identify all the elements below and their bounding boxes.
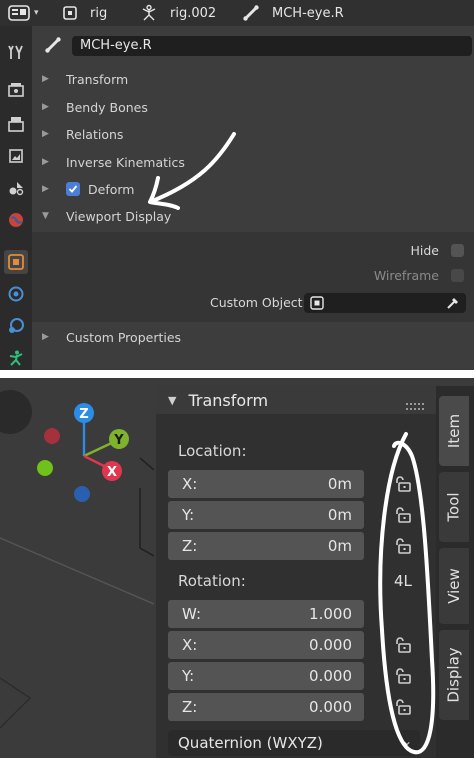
tab-view[interactable]: View (439, 548, 469, 624)
tab-render[interactable] (4, 78, 28, 102)
section-transform[interactable]: ▶ Transform (32, 66, 474, 92)
bone-icon (242, 4, 260, 22)
collapsed-arrow-icon: ▶ (42, 157, 49, 167)
custom-object-field[interactable] (304, 293, 466, 313)
bone-icon (44, 36, 62, 58)
tab-scene[interactable] (4, 176, 28, 200)
hide-checkbox[interactable] (451, 243, 464, 257)
view-layer-icon (9, 149, 23, 163)
sidebar-tab-bar: Item Tool View Display (436, 386, 474, 758)
gizmo-y-label: Y (113, 433, 124, 448)
sidebar-n-panel: ▼ Transform Location: X: 0m Y: 0m Z: 0m … (156, 386, 436, 758)
deform-checkbox[interactable] (66, 182, 80, 196)
object-icon (8, 254, 24, 270)
render-icon (8, 83, 24, 97)
tab-tool[interactable] (4, 40, 28, 64)
chevron-down-icon: ▾ (34, 8, 39, 18)
drag-handle-icon[interactable] (406, 396, 426, 415)
location-x-field[interactable]: X: 0m (168, 470, 364, 498)
rotation-z-field[interactable]: Z: 0.000 (168, 693, 364, 721)
breadcrumb-object: rig (62, 0, 107, 26)
location-label: Location: (178, 442, 247, 460)
bone-name-bar: MCH-eye.R (32, 32, 474, 60)
rotation-w-field[interactable]: W: 1.000 (168, 600, 364, 628)
checkmark-icon (68, 185, 78, 193)
tool-icon (8, 45, 23, 59)
breadcrumb-bone: MCH-eye.R (242, 0, 344, 26)
section-custom-properties[interactable]: ▶ Custom Properties (32, 324, 474, 350)
navigation-gizmo[interactable]: Z Y X (34, 400, 138, 512)
custom-object-label: Custom Object (210, 295, 303, 310)
rotation-y-field[interactable]: Y: 0.000 (168, 662, 364, 690)
tab-object[interactable] (4, 250, 28, 274)
tab-tool[interactable]: Tool (439, 472, 469, 542)
wireframe-checkbox[interactable] (451, 268, 464, 282)
section-bendy-bones[interactable]: ▶ Bendy Bones (32, 94, 474, 120)
modifiers-icon (8, 286, 24, 302)
breadcrumb-armature: rig.002 (140, 0, 216, 26)
object-icon (62, 5, 78, 21)
tab-display[interactable]: Display (439, 630, 469, 720)
wireframe-option: Wireframe (374, 265, 464, 285)
expanded-arrow-icon: ▼ (42, 211, 49, 221)
tab-physics[interactable] (4, 314, 28, 338)
world-icon (9, 213, 23, 227)
properties-header: ▾ rig rig.002 MCH-eye.R (0, 0, 474, 26)
properties-editor-icon (8, 5, 30, 21)
gizmo-z-label: Z (79, 407, 88, 422)
collapsed-arrow-icon: ▶ (42, 102, 49, 112)
transform-panel-header[interactable]: ▼ Transform (156, 386, 436, 414)
editor-type-button[interactable]: ▾ (8, 4, 48, 22)
tab-modifiers[interactable] (4, 282, 28, 306)
properties-editor: ▾ rig rig.002 MCH-eye.R MCH-eye.R ▶ Tran… (0, 0, 474, 370)
expanded-arrow-icon: ▼ (168, 393, 177, 407)
image-divider (0, 370, 474, 378)
bone-properties: MCH-eye.R ▶ Transform ▶ Bendy Bones ▶ Re… (32, 26, 474, 370)
eyedropper-icon[interactable] (446, 296, 460, 310)
collapsed-arrow-icon: ▶ (42, 74, 49, 84)
armature-icon (9, 350, 23, 366)
collapsed-arrow-icon: ▶ (42, 184, 49, 194)
gizmo-x-label: X (107, 465, 117, 480)
rotation-x-field[interactable]: X: 0.000 (168, 631, 364, 659)
collapsed-arrow-icon: ▶ (42, 129, 49, 139)
tab-armature[interactable] (4, 346, 28, 370)
collapsed-arrow-icon: ▶ (42, 332, 49, 342)
viewport-3d: Z Y X ▼ Transform Location: X: 0m Y: 0m … (0, 378, 474, 758)
rotation-label: Rotation: (178, 572, 246, 590)
hide-option: Hide (411, 240, 464, 260)
annotation-loop (378, 432, 436, 755)
location-z-field[interactable]: Z: 0m (168, 532, 364, 560)
tab-view-layer[interactable] (4, 144, 28, 168)
annotation-arrow (148, 132, 236, 210)
bone-name-field[interactable]: MCH-eye.R (72, 36, 472, 56)
tab-output[interactable] (4, 112, 28, 136)
output-icon (8, 117, 24, 132)
object-icon (310, 296, 324, 310)
properties-tab-bar (0, 26, 32, 370)
scene-icon (9, 182, 24, 196)
tab-world[interactable] (4, 208, 28, 232)
tab-item[interactable]: Item (439, 396, 469, 466)
armature-icon (140, 4, 158, 22)
physics-icon (9, 318, 24, 333)
location-y-field[interactable]: Y: 0m (168, 501, 364, 529)
